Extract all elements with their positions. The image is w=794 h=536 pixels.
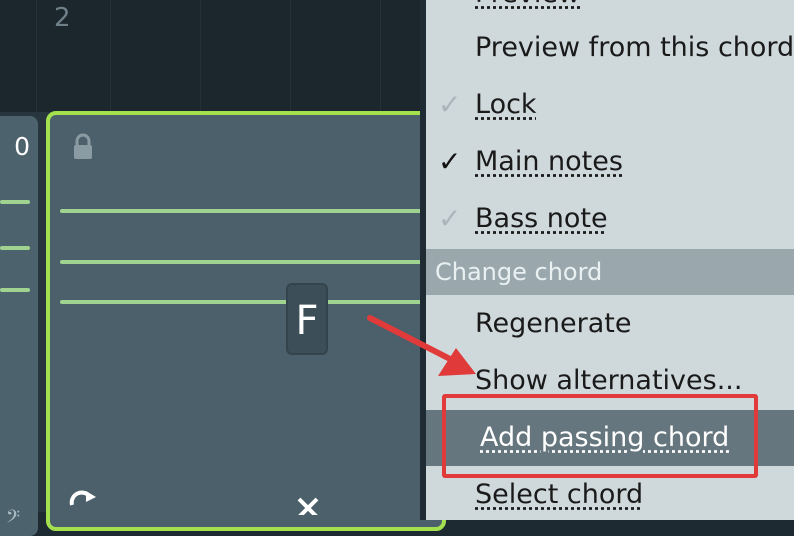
- annotation-highlight-box: [442, 394, 758, 478]
